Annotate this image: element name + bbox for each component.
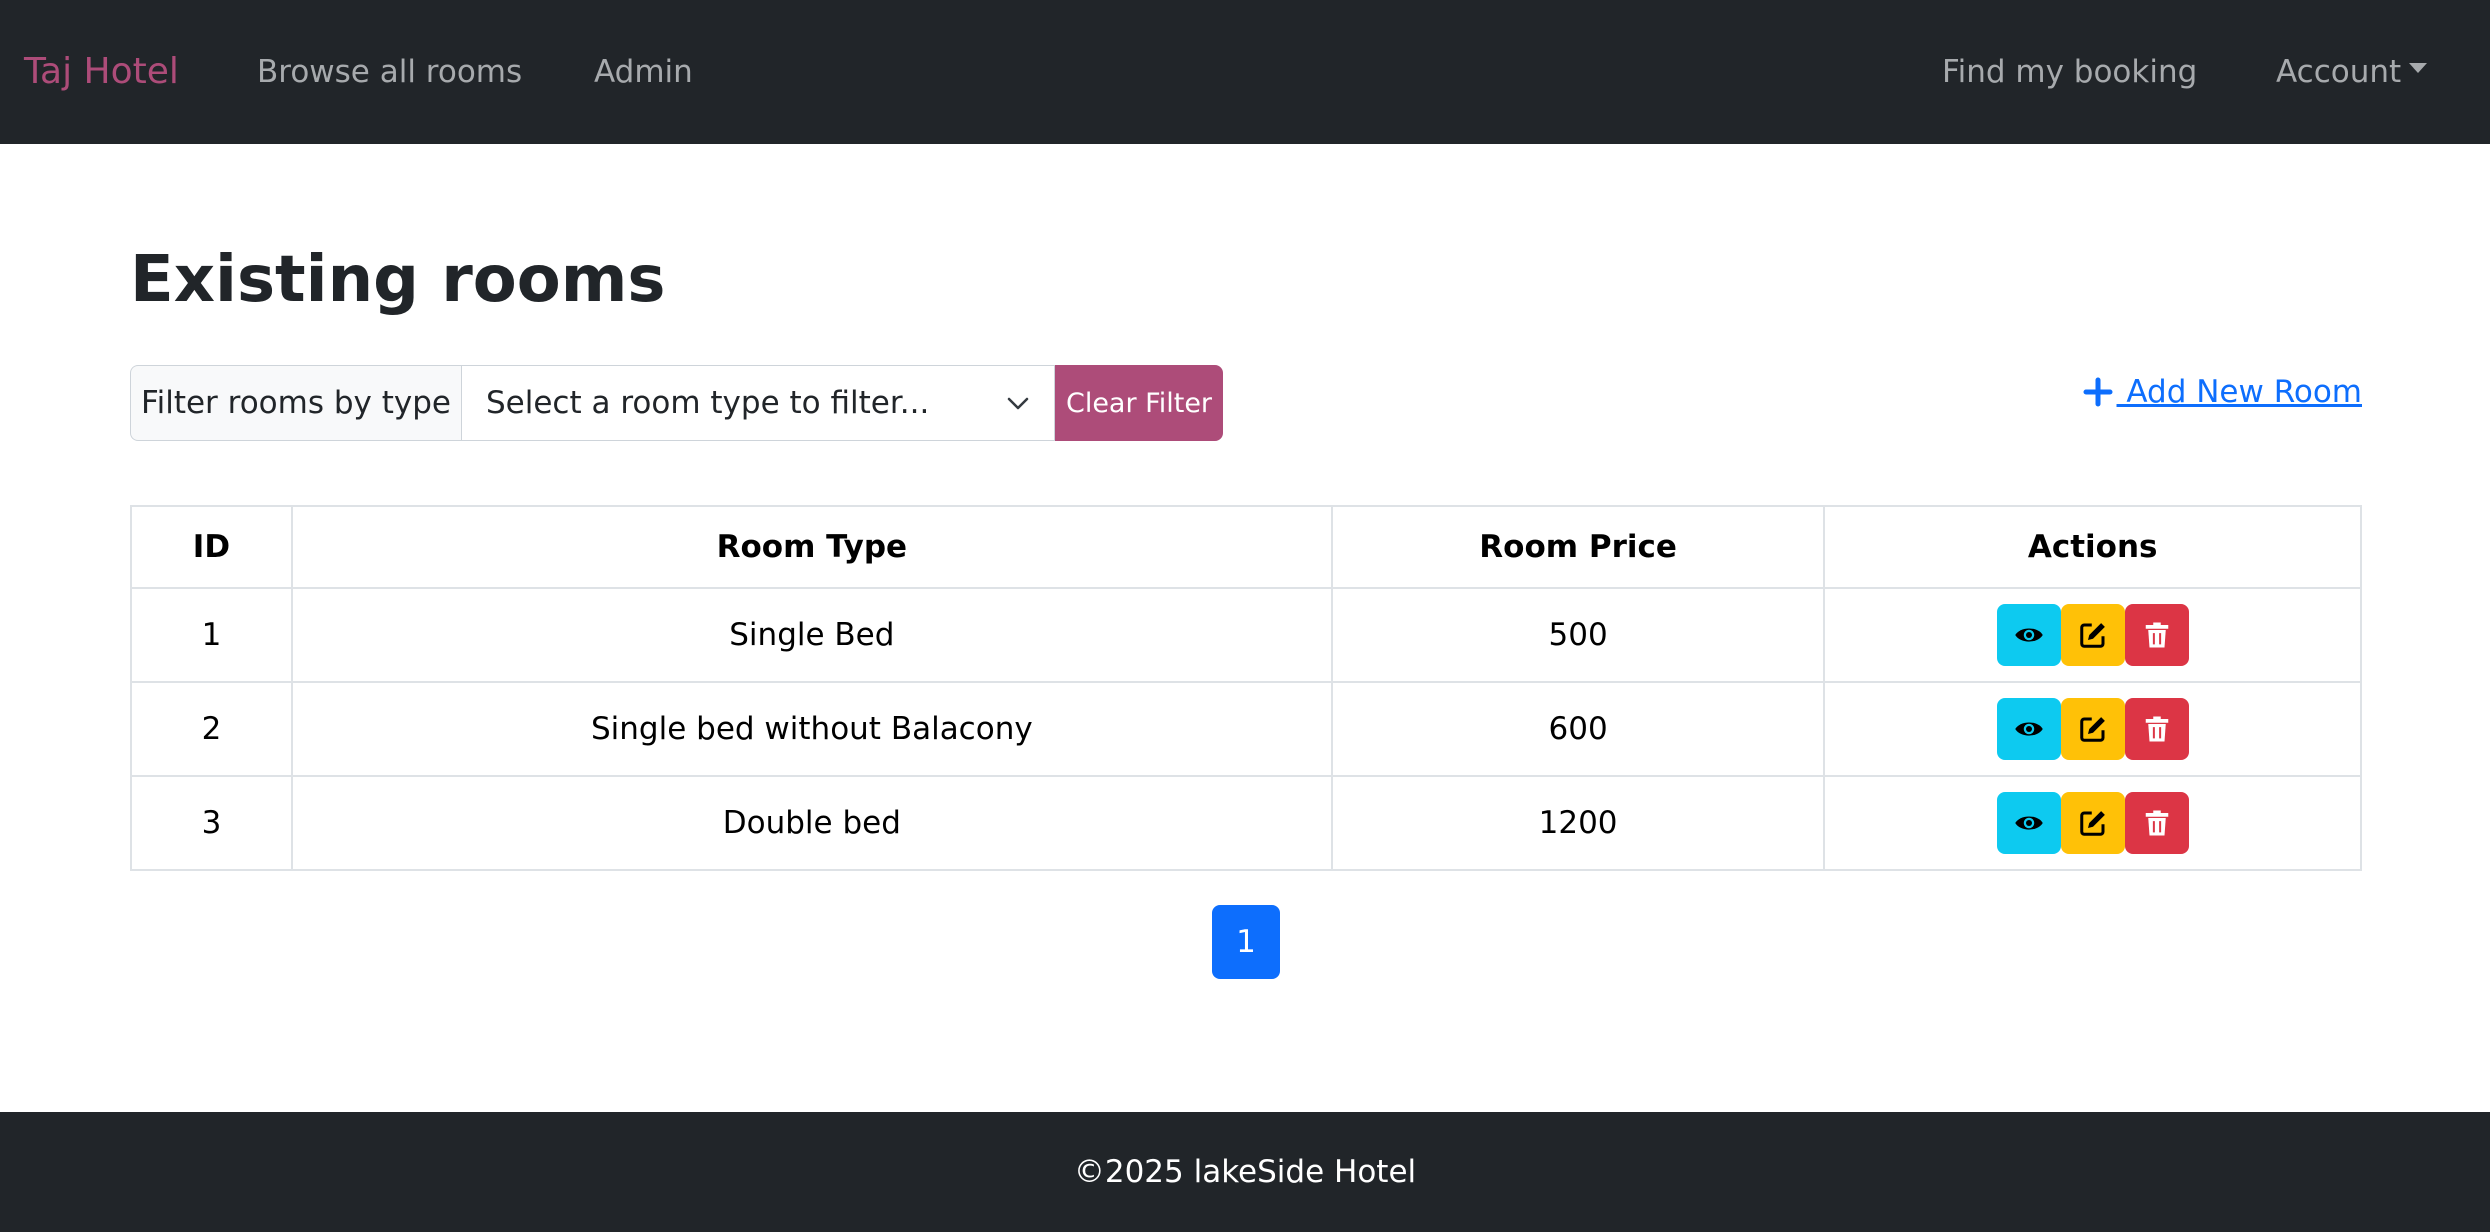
eye-icon <box>2014 816 2043 830</box>
plus-icon <box>2083 377 2113 407</box>
trash-icon <box>2145 716 2168 742</box>
footer: ©2025 lakeSide Hotel <box>0 1112 2490 1232</box>
edit-room-button[interactable] <box>2060 604 2125 666</box>
brand-link[interactable]: Taj Hotel <box>24 48 179 96</box>
table-header-row: ID Room Type Room Price Actions <box>130 505 2362 589</box>
trash-icon <box>2145 810 2168 836</box>
eye-icon <box>2014 722 2043 736</box>
cell-id: 1 <box>130 587 293 683</box>
header-room-price: Room Price <box>1330 505 1826 589</box>
room-type-filter: Filter rooms by type Select a room type … <box>130 365 1223 441</box>
nav-account-dropdown[interactable]: Account <box>2276 48 2428 96</box>
add-new-room-link[interactable]: Add New Room <box>2083 370 2362 414</box>
header-id: ID <box>130 505 293 589</box>
room-type-select[interactable]: Select a room type to filter... <box>461 365 1055 441</box>
cell-room-type: Single Bed <box>290 587 1333 683</box>
edit-room-button[interactable] <box>2060 792 2125 854</box>
cell-actions <box>1823 681 2362 777</box>
room-type-select-value: Select a room type to filter... <box>486 385 930 421</box>
edit-icon <box>2079 717 2105 742</box>
cell-actions <box>1823 775 2362 871</box>
navbar: Taj Hotel Browse all rooms Admin Find my… <box>0 0 2490 144</box>
delete-room-button[interactable] <box>2124 604 2189 666</box>
nav-admin[interactable]: Admin <box>594 48 693 96</box>
footer-copyright: ©2025 lakeSide Hotel <box>1073 1154 1417 1190</box>
pagination-page-button[interactable]: 1 <box>1212 905 1280 979</box>
caret-down-icon <box>2409 62 2428 73</box>
edit-icon <box>2079 811 2105 836</box>
header-room-type: Room Type <box>290 505 1333 589</box>
cell-id: 3 <box>130 775 293 871</box>
edit-room-button[interactable] <box>2060 698 2125 760</box>
cell-room-price: 500 <box>1330 587 1826 683</box>
table-row: 2 Single bed without Balacony 600 <box>130 681 2362 777</box>
cell-room-type: Single bed without Balacony <box>290 681 1333 777</box>
chevron-down-icon <box>1007 397 1029 410</box>
add-new-room-label: Add New Room <box>2116 374 2362 410</box>
nav-find-my-booking[interactable]: Find my booking <box>1942 48 2197 96</box>
eye-icon <box>2014 628 2043 642</box>
clear-filter-button[interactable]: Clear Filter <box>1055 365 1223 441</box>
delete-room-button[interactable] <box>2124 698 2189 760</box>
trash-icon <box>2145 622 2168 648</box>
filter-label: Filter rooms by type <box>130 365 461 441</box>
cell-actions <box>1823 587 2362 683</box>
delete-room-button[interactable] <box>2124 792 2189 854</box>
cell-room-type: Double bed <box>290 775 1333 871</box>
view-room-button[interactable] <box>1996 792 2061 854</box>
view-room-button[interactable] <box>1996 698 2061 760</box>
table-row: 1 Single Bed 500 <box>130 587 2362 683</box>
cell-id: 2 <box>130 681 293 777</box>
account-label: Account <box>2276 54 2402 90</box>
view-room-button[interactable] <box>1996 604 2061 666</box>
cell-room-price: 1200 <box>1330 775 1826 871</box>
table-row: 3 Double bed 1200 <box>130 775 2362 871</box>
rooms-table: ID Room Type Room Price Actions 1 Single… <box>130 505 2362 871</box>
header-actions: Actions <box>1823 505 2362 589</box>
cell-room-price: 600 <box>1330 681 1826 777</box>
nav-browse-all-rooms[interactable]: Browse all rooms <box>257 48 522 96</box>
page-title: Existing rooms <box>130 243 666 317</box>
edit-icon <box>2079 623 2105 648</box>
